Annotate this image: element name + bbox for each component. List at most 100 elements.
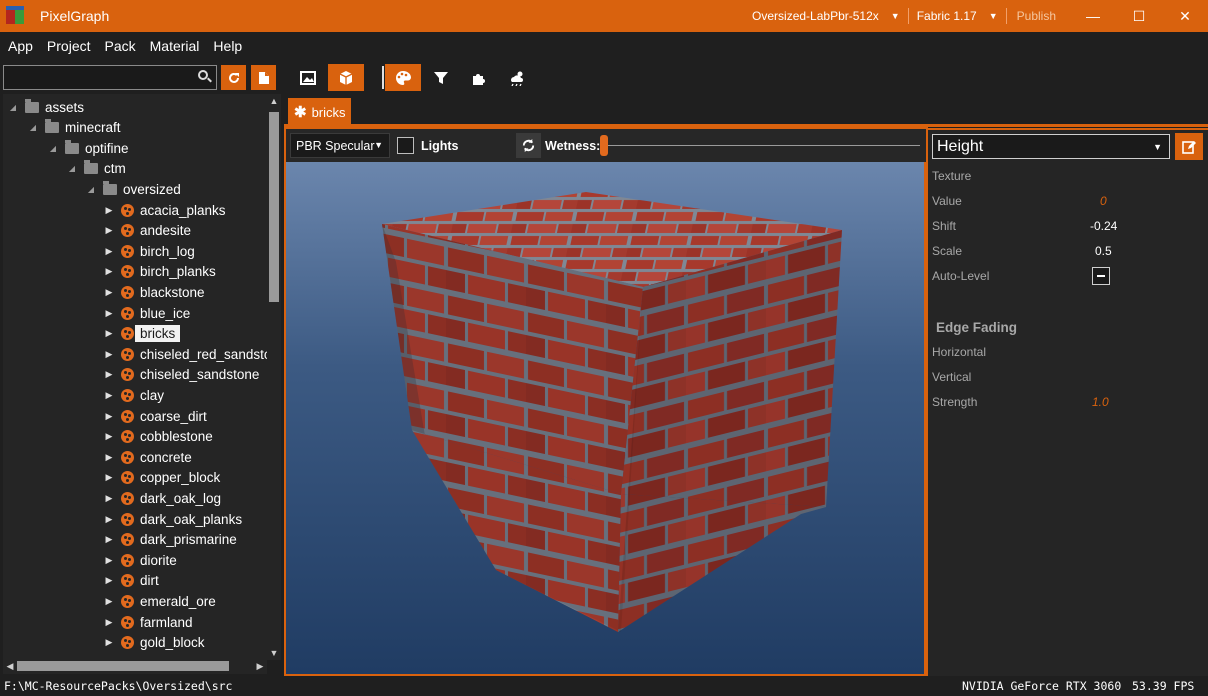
tree-item-farmland[interactable]: ▶ farmland xyxy=(103,612,193,632)
wetness-slider-thumb[interactable] xyxy=(600,135,608,156)
palette-icon xyxy=(121,203,134,217)
filter-button[interactable] xyxy=(423,64,459,91)
tree-item-emerald_ore[interactable]: ▶ emerald_ore xyxy=(103,591,216,611)
chevron-right-icon[interactable]: ▶ xyxy=(103,617,115,628)
tree-folder-oversized[interactable]: ◢ oversized xyxy=(85,179,181,199)
chevron-right-icon[interactable]: ▶ xyxy=(103,390,115,401)
chevron-right-icon[interactable]: ▶ xyxy=(103,369,115,380)
maximize-button[interactable]: ☐ xyxy=(1116,0,1162,32)
search-input[interactable] xyxy=(8,69,188,86)
refresh-viewport-button[interactable] xyxy=(516,133,541,158)
3d-viewport[interactable] xyxy=(286,162,924,674)
tree-item-andesite[interactable]: ▶ andesite xyxy=(103,221,192,241)
value-field[interactable]: 0 xyxy=(1100,194,1107,208)
tree-item-diorite[interactable]: ▶ diorite xyxy=(103,550,177,570)
tree-item-acacia_planks[interactable]: ▶ acacia_planks xyxy=(103,200,226,220)
tree-item-bricks[interactable]: ▶ bricks xyxy=(103,324,181,344)
chevron-right-icon[interactable]: ▶ xyxy=(103,328,115,339)
strength-field[interactable]: 1.0 xyxy=(1092,395,1109,409)
tree-item-dark_prismarine[interactable]: ▶ dark_prismarine xyxy=(103,530,237,550)
chevron-right-icon[interactable]: ▶ xyxy=(103,596,115,607)
chevron-right-icon[interactable]: ▶ xyxy=(103,514,115,525)
texture-view-button[interactable] xyxy=(290,64,326,91)
tree-folder-minecraft[interactable]: ◢ minecraft xyxy=(27,118,121,138)
chevron-right-icon[interactable]: ▶ xyxy=(103,308,115,319)
chevron-right-icon[interactable]: ▶ xyxy=(103,534,115,545)
scroll-down-icon[interactable]: ▼ xyxy=(267,646,281,660)
tree-item-concrete[interactable]: ▶ concrete xyxy=(103,447,192,467)
tree-item-chiseled_sandstone[interactable]: ▶ chiseled_sandstone xyxy=(103,365,260,385)
tree-item-blackstone[interactable]: ▶ blackstone xyxy=(103,282,205,302)
chevron-right-icon[interactable]: ▶ xyxy=(103,287,115,298)
menu-pack[interactable]: Pack xyxy=(98,38,143,54)
chevron-right-icon[interactable]: ▶ xyxy=(103,411,115,422)
shift-field[interactable]: -0.24 xyxy=(1090,219,1117,233)
chevron-right-icon[interactable]: ▶ xyxy=(103,225,115,236)
chevron-right-icon[interactable]: ▶ xyxy=(103,493,115,504)
tree-item-birch_planks[interactable]: ▶ birch_planks xyxy=(103,262,216,282)
tree-item-dark_oak_log[interactable]: ▶ dark_oak_log xyxy=(103,488,222,508)
tree-item-blue_ice[interactable]: ▶ blue_ice xyxy=(103,303,191,323)
expanded-icon[interactable]: ◢ xyxy=(85,185,97,194)
tree-item-gold_block[interactable]: ▶ gold_block xyxy=(103,633,205,653)
expanded-icon[interactable]: ◢ xyxy=(7,103,19,112)
material-button[interactable] xyxy=(385,64,421,91)
expanded-icon[interactable]: ◢ xyxy=(47,144,59,153)
model-view-button[interactable] xyxy=(328,64,364,91)
tree-vertical-scrollbar[interactable]: ▲ ▼ xyxy=(267,94,281,660)
tree-item-clay[interactable]: ▶ clay xyxy=(103,385,164,405)
menu-app[interactable]: App xyxy=(0,38,40,54)
publish-button[interactable]: Publish xyxy=(1007,9,1070,23)
weather-button[interactable] xyxy=(499,64,535,91)
menu-material[interactable]: Material xyxy=(143,38,207,54)
scrollbar-thumb[interactable] xyxy=(269,112,279,302)
tree-item-label: emerald_ore xyxy=(140,593,216,609)
menu-project[interactable]: Project xyxy=(40,38,98,54)
connections-button[interactable] xyxy=(461,64,497,91)
edge-fading-heading: Edge Fading xyxy=(936,320,1017,335)
scrollbar-thumb[interactable] xyxy=(17,661,229,671)
tree-item-chiseled_red_sandstc[interactable]: ▶ chiseled_red_sandstc xyxy=(103,344,267,364)
scroll-right-icon[interactable]: ▶ xyxy=(253,658,267,674)
tree-item-dark_oak_planks[interactable]: ▶ dark_oak_planks xyxy=(103,509,243,529)
chevron-right-icon[interactable]: ▶ xyxy=(103,575,115,586)
chevron-right-icon[interactable]: ▶ xyxy=(103,637,115,648)
new-file-button[interactable] xyxy=(251,65,276,90)
wetness-slider-track[interactable] xyxy=(602,145,920,146)
tree-item-dirt[interactable]: ▶ dirt xyxy=(103,571,159,591)
search-icon[interactable] xyxy=(198,70,212,84)
channel-select[interactable]: Height ▼ xyxy=(932,134,1170,159)
chevron-right-icon[interactable]: ▶ xyxy=(103,246,115,257)
expanded-icon[interactable]: ◢ xyxy=(66,164,78,173)
tree-item-birch_log[interactable]: ▶ birch_log xyxy=(103,241,195,261)
scale-field[interactable]: 0.5 xyxy=(1095,244,1112,258)
auto-level-checkbox[interactable] xyxy=(1092,267,1110,285)
tree-folder-ctm[interactable]: ◢ ctm xyxy=(66,159,126,179)
minimize-button[interactable]: — xyxy=(1070,0,1116,32)
menu-help[interactable]: Help xyxy=(206,38,249,54)
tree-item-coarse_dirt[interactable]: ▶ coarse_dirt xyxy=(103,406,207,426)
chevron-right-icon[interactable]: ▶ xyxy=(103,452,115,463)
scroll-left-icon[interactable]: ◀ xyxy=(3,658,17,674)
tree-horizontal-scrollbar[interactable]: ◀ ▶ xyxy=(3,658,267,674)
tab-bricks[interactable]: ✱ bricks xyxy=(288,98,351,126)
chevron-right-icon[interactable]: ▶ xyxy=(103,555,115,566)
tree-item-copper_block[interactable]: ▶ copper_block xyxy=(103,468,221,488)
refresh-tree-button[interactable] xyxy=(221,65,246,90)
chevron-right-icon[interactable]: ▶ xyxy=(103,266,115,277)
render-mode-select[interactable]: PBR Specular ▼ xyxy=(290,133,390,158)
chevron-right-icon[interactable]: ▶ xyxy=(103,472,115,483)
scroll-up-icon[interactable]: ▲ xyxy=(267,94,281,108)
profile-dropdown[interactable]: Oversized-LabPbr-512x ▼ xyxy=(744,9,908,23)
expanded-icon[interactable]: ◢ xyxy=(27,123,39,132)
close-button[interactable]: ✕ xyxy=(1162,0,1208,32)
tree-folder-assets[interactable]: ◢ assets xyxy=(7,97,84,117)
edit-channel-button[interactable] xyxy=(1175,133,1203,160)
chevron-right-icon[interactable]: ▶ xyxy=(103,431,115,442)
tree-folder-optifine[interactable]: ◢ optifine xyxy=(47,138,129,158)
lights-checkbox[interactable] xyxy=(397,137,414,154)
tree-item-cobblestone[interactable]: ▶ cobblestone xyxy=(103,427,213,447)
chevron-right-icon[interactable]: ▶ xyxy=(103,349,115,360)
chevron-right-icon[interactable]: ▶ xyxy=(103,205,115,216)
game-version-dropdown[interactable]: Fabric 1.17 ▼ xyxy=(909,9,1006,23)
